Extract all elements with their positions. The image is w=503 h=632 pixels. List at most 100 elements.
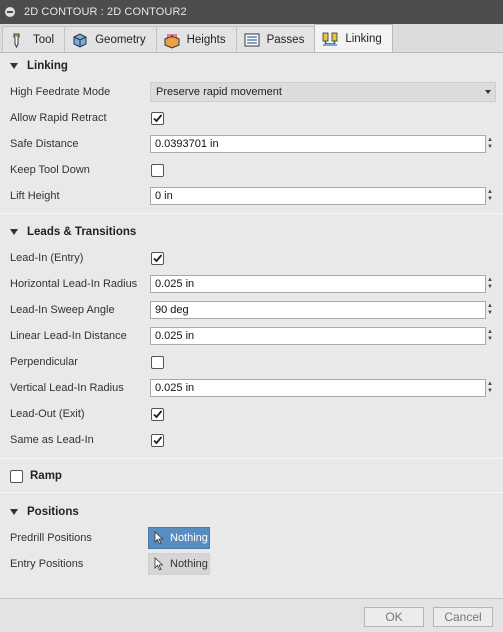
- section-positions-header[interactable]: Positions: [0, 499, 503, 525]
- tab-label: Geometry: [95, 33, 146, 46]
- predrill-positions-select-button[interactable]: Nothing: [148, 527, 210, 549]
- row-linear-lead-in-distance: Linear Lead-In Distance 0.025 in ▲ ▼: [0, 323, 503, 349]
- lift-height-input[interactable]: 0 in: [150, 187, 486, 205]
- tab-label: Heights: [186, 33, 226, 46]
- cursor-icon: [154, 557, 164, 571]
- spin-down-icon: ▼: [487, 284, 493, 290]
- row-vertical-lead-in-radius: Vertical Lead-In Radius 0.025 in ▲ ▼: [0, 375, 503, 401]
- tab-linking[interactable]: Linking: [314, 24, 393, 52]
- spin-up-icon: ▲: [487, 381, 493, 387]
- spinner[interactable]: ▲ ▼: [486, 379, 494, 397]
- spinner[interactable]: ▲ ▼: [486, 301, 494, 319]
- same-as-lead-in-checkbox[interactable]: [151, 433, 164, 447]
- field-label: Lead-In Sweep Angle: [10, 304, 115, 316]
- section-title: Ramp: [30, 470, 62, 482]
- field-label: Lift Height: [10, 190, 60, 202]
- checkmark-icon: [153, 113, 163, 122]
- tab-label: Tool: [33, 33, 55, 46]
- tab-passes[interactable]: Passes: [235, 26, 316, 52]
- row-horizontal-lead-in-radius: Horizontal Lead-In Radius 0.025 in ▲ ▼: [0, 271, 503, 297]
- row-same-as-lead-in: Same as Lead-In: [0, 427, 503, 453]
- window-title: 2D CONTOUR : 2D CONTOUR2: [24, 6, 187, 18]
- tab-bar: Tool Geometry Heights Passes Linking: [0, 24, 503, 53]
- section-linking-header[interactable]: Linking: [0, 53, 503, 79]
- geometry-icon: [71, 31, 89, 49]
- collapse-triangle-icon: [10, 63, 18, 69]
- spin-up-icon: ▲: [487, 137, 493, 143]
- tab-label: Passes: [266, 33, 305, 46]
- row-high-feedrate-mode: High Feedrate Mode Preserve rapid moveme…: [0, 79, 503, 105]
- checkmark-icon: [153, 435, 163, 444]
- vertical-lead-in-radius-input[interactable]: 0.025 in: [150, 379, 486, 397]
- field-label: Predrill Positions: [10, 532, 92, 544]
- row-lead-in-sweep-angle: Lead-In Sweep Angle 90 deg ▲ ▼: [0, 297, 503, 323]
- spin-down-icon: ▼: [487, 388, 493, 394]
- tab-geometry[interactable]: Geometry: [64, 26, 157, 52]
- spin-up-icon: ▲: [487, 277, 493, 283]
- high-feedrate-mode-select[interactable]: Preserve rapid movement: [150, 82, 496, 102]
- section-leads-header[interactable]: Leads & Transitions: [0, 219, 503, 245]
- row-allow-rapid-retract: Allow Rapid Retract: [0, 105, 503, 131]
- perpendicular-checkbox[interactable]: [151, 355, 164, 369]
- divider: [0, 458, 503, 459]
- spin-down-icon: ▼: [487, 196, 493, 202]
- section-title: Linking: [27, 60, 68, 72]
- row-lead-out: Lead-Out (Exit): [0, 401, 503, 427]
- field-label: Horizontal Lead-In Radius: [10, 278, 138, 290]
- ok-button[interactable]: OK: [364, 607, 424, 627]
- spin-down-icon: ▼: [487, 336, 493, 342]
- field-label: Lead-Out (Exit): [10, 408, 85, 420]
- linking-icon: [321, 30, 339, 48]
- section-ramp-header: Ramp: [0, 463, 503, 489]
- spin-down-icon: ▼: [487, 144, 493, 150]
- collapse-icon[interactable]: [5, 7, 15, 17]
- checkmark-icon: [153, 409, 163, 418]
- collapse-triangle-icon: [10, 229, 18, 235]
- allow-rapid-retract-checkbox[interactable]: [151, 111, 164, 125]
- dialog-footer: OK Cancel: [0, 598, 503, 632]
- entry-positions-select-button[interactable]: Nothing: [148, 553, 210, 575]
- lead-out-checkbox[interactable]: [151, 407, 164, 421]
- select-button-label: Nothing: [170, 558, 208, 570]
- spinner[interactable]: ▲ ▼: [486, 327, 494, 345]
- spin-down-icon: ▼: [487, 310, 493, 316]
- spinner[interactable]: ▲ ▼: [486, 275, 494, 293]
- lead-in-checkbox[interactable]: [151, 251, 164, 265]
- row-keep-tool-down: Keep Tool Down: [0, 157, 503, 183]
- field-label: Entry Positions: [10, 558, 84, 570]
- row-lead-in: Lead-In (Entry): [0, 245, 503, 271]
- collapse-triangle-icon: [10, 509, 18, 515]
- cancel-button[interactable]: Cancel: [433, 607, 493, 627]
- passes-icon: [243, 31, 261, 49]
- horizontal-lead-in-radius-input[interactable]: 0.025 in: [150, 275, 486, 293]
- safe-distance-input[interactable]: 0.0393701 in: [150, 135, 486, 153]
- field-label: Allow Rapid Retract: [10, 112, 107, 124]
- tab-tool[interactable]: Tool: [2, 26, 66, 52]
- ramp-checkbox[interactable]: [10, 469, 23, 483]
- row-lift-height: Lift Height 0 in ▲ ▼: [0, 183, 503, 209]
- row-predrill-positions: Predrill Positions Nothing: [0, 525, 503, 551]
- spinner[interactable]: ▲ ▼: [486, 187, 494, 205]
- field-label: Safe Distance: [10, 138, 79, 150]
- section-title: Leads & Transitions: [27, 226, 137, 238]
- field-label: Linear Lead-In Distance: [10, 330, 127, 342]
- divider: [0, 492, 503, 493]
- row-perpendicular: Perpendicular: [0, 349, 503, 375]
- field-label: Keep Tool Down: [10, 164, 90, 176]
- spinner[interactable]: ▲ ▼: [486, 135, 494, 153]
- section-title: Positions: [27, 506, 79, 518]
- cursor-icon: [154, 531, 164, 545]
- checkmark-icon: [153, 253, 163, 262]
- linear-lead-in-distance-input[interactable]: 0.025 in: [150, 327, 486, 345]
- field-label: Vertical Lead-In Radius: [10, 382, 124, 394]
- tab-label: Linking: [345, 32, 382, 45]
- lead-in-sweep-angle-input[interactable]: 90 deg: [150, 301, 486, 319]
- select-button-label: Nothing: [170, 532, 208, 544]
- chevron-down-icon: [485, 90, 491, 94]
- tab-heights[interactable]: Heights: [155, 26, 237, 52]
- spin-up-icon: ▲: [487, 189, 493, 195]
- heights-icon: [163, 31, 181, 49]
- field-label: Perpendicular: [10, 356, 78, 368]
- keep-tool-down-checkbox[interactable]: [151, 163, 164, 177]
- tool-icon: [9, 31, 27, 49]
